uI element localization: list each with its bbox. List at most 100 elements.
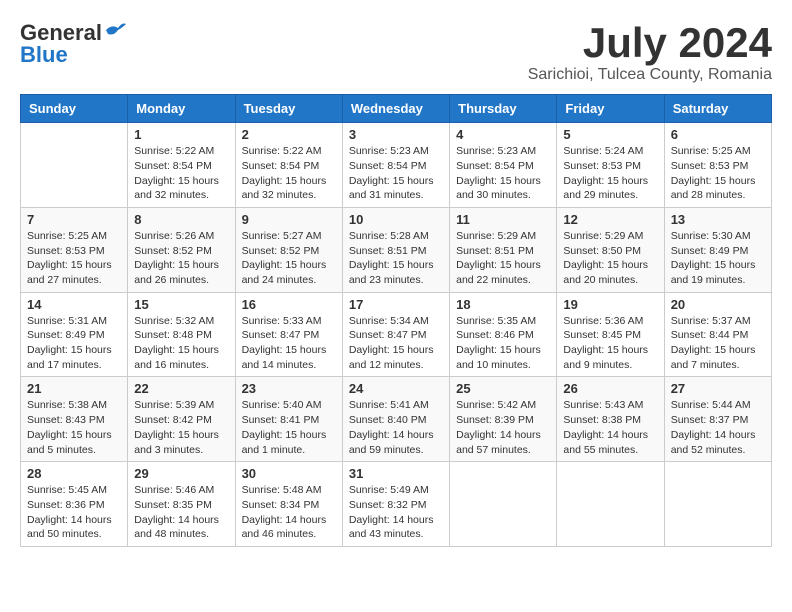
day-info: Sunrise: 5:44 AM Sunset: 8:37 PM Dayligh…: [671, 398, 765, 457]
day-number: 30: [242, 466, 336, 481]
logo-blue: Blue: [20, 42, 68, 68]
day-info: Sunrise: 5:40 AM Sunset: 8:41 PM Dayligh…: [242, 398, 336, 457]
day-info: Sunrise: 5:30 AM Sunset: 8:49 PM Dayligh…: [671, 229, 765, 288]
day-number: 25: [456, 381, 550, 396]
day-number: 13: [671, 212, 765, 227]
day-number: 7: [27, 212, 121, 227]
calendar-cell: 22Sunrise: 5:39 AM Sunset: 8:42 PM Dayli…: [128, 377, 235, 462]
calendar-week-row: 14 Sunrise: 5:31 AM Sunset: 8:49 PM Dayli…: [21, 292, 772, 377]
calendar-cell: 27Sunrise: 5:44 AM Sunset: 8:37 PM Dayli…: [664, 377, 771, 462]
calendar-week-row: 28 Sunrise: 5:45 AM Sunset: 8:36 PM Dayli…: [21, 462, 772, 547]
day-info: Sunrise: 5:34 AM Sunset: 8:47 PM Dayligh…: [349, 314, 443, 373]
calendar-cell: 10Sunrise: 5:28 AM Sunset: 8:51 PM Dayli…: [342, 207, 449, 292]
day-info: Sunrise: 5:42 AM Sunset: 8:39 PM Dayligh…: [456, 398, 550, 457]
day-info: Sunrise: 5:22 AM Sunset: 8:54 PM Dayligh…: [242, 144, 336, 203]
day-info: Sunrise: 5:43 AM Sunset: 8:38 PM Dayligh…: [563, 398, 657, 457]
calendar-cell: 25 Sunrise: 5:42 AM Sunset: 8:39 PM Dayli…: [450, 377, 557, 462]
day-info: Sunrise: 5:41 AM Sunset: 8:40 PM Dayligh…: [349, 398, 443, 457]
day-info: Sunrise: 5:39 AM Sunset: 8:42 PM Dayligh…: [134, 398, 228, 457]
calendar-cell: 23 Sunrise: 5:40 AM Sunset: 8:41 PM Dayli…: [235, 377, 342, 462]
calendar-cell: [450, 462, 557, 547]
month-title: July 2024: [528, 20, 772, 66]
day-info: Sunrise: 5:22 AM Sunset: 8:54 PM Dayligh…: [134, 144, 228, 203]
calendar-day-header: Friday: [557, 95, 664, 123]
calendar-day-header: Tuesday: [235, 95, 342, 123]
day-number: 14: [27, 297, 121, 312]
location-subtitle: Sarichioi, Tulcea County, Romania: [528, 66, 772, 84]
calendar-week-row: 21Sunrise: 5:38 AM Sunset: 8:43 PM Dayli…: [21, 377, 772, 462]
calendar-header-row: SundayMondayTuesdayWednesdayThursdayFrid…: [21, 95, 772, 123]
day-info: Sunrise: 5:23 AM Sunset: 8:54 PM Dayligh…: [456, 144, 550, 203]
day-info: Sunrise: 5:25 AM Sunset: 8:53 PM Dayligh…: [27, 229, 121, 288]
day-info: Sunrise: 5:35 AM Sunset: 8:46 PM Dayligh…: [456, 314, 550, 373]
calendar-cell: 29Sunrise: 5:46 AM Sunset: 8:35 PM Dayli…: [128, 462, 235, 547]
day-info: Sunrise: 5:31 AM Sunset: 8:49 PM Dayligh…: [27, 314, 121, 373]
day-info: Sunrise: 5:24 AM Sunset: 8:53 PM Dayligh…: [563, 144, 657, 203]
calendar-cell: 31 Sunrise: 5:49 AM Sunset: 8:32 PM Dayli…: [342, 462, 449, 547]
day-number: 20: [671, 297, 765, 312]
day-info: Sunrise: 5:45 AM Sunset: 8:36 PM Dayligh…: [27, 483, 121, 542]
day-number: 3: [349, 127, 443, 142]
calendar-cell: 3 Sunrise: 5:23 AM Sunset: 8:54 PM Daylig…: [342, 123, 449, 208]
calendar-cell: 11 Sunrise: 5:29 AM Sunset: 8:51 PM Dayli…: [450, 207, 557, 292]
calendar-cell: 19Sunrise: 5:36 AM Sunset: 8:45 PM Dayli…: [557, 292, 664, 377]
day-number: 23: [242, 381, 336, 396]
calendar-cell: 18 Sunrise: 5:35 AM Sunset: 8:46 PM Dayli…: [450, 292, 557, 377]
day-number: 17: [349, 297, 443, 312]
day-info: Sunrise: 5:28 AM Sunset: 8:51 PM Dayligh…: [349, 229, 443, 288]
calendar-cell: 5 Sunrise: 5:24 AM Sunset: 8:53 PM Daylig…: [557, 123, 664, 208]
day-info: Sunrise: 5:49 AM Sunset: 8:32 PM Dayligh…: [349, 483, 443, 542]
day-info: Sunrise: 5:26 AM Sunset: 8:52 PM Dayligh…: [134, 229, 228, 288]
day-number: 15: [134, 297, 228, 312]
calendar-cell: 2 Sunrise: 5:22 AM Sunset: 8:54 PM Daylig…: [235, 123, 342, 208]
calendar-cell: 16 Sunrise: 5:33 AM Sunset: 8:47 PM Dayli…: [235, 292, 342, 377]
day-number: 18: [456, 297, 550, 312]
day-number: 2: [242, 127, 336, 142]
day-number: 31: [349, 466, 443, 481]
day-info: Sunrise: 5:29 AM Sunset: 8:51 PM Dayligh…: [456, 229, 550, 288]
calendar-table: SundayMondayTuesdayWednesdayThursdayFrid…: [20, 94, 772, 547]
day-number: 16: [242, 297, 336, 312]
calendar-cell: [664, 462, 771, 547]
day-info: Sunrise: 5:46 AM Sunset: 8:35 PM Dayligh…: [134, 483, 228, 542]
day-info: Sunrise: 5:48 AM Sunset: 8:34 PM Dayligh…: [242, 483, 336, 542]
day-number: 12: [563, 212, 657, 227]
calendar-cell: 14 Sunrise: 5:31 AM Sunset: 8:49 PM Dayli…: [21, 292, 128, 377]
logo-bird-icon: [104, 22, 126, 40]
day-info: Sunrise: 5:37 AM Sunset: 8:44 PM Dayligh…: [671, 314, 765, 373]
day-number: 19: [563, 297, 657, 312]
day-info: Sunrise: 5:33 AM Sunset: 8:47 PM Dayligh…: [242, 314, 336, 373]
calendar-cell: 28 Sunrise: 5:45 AM Sunset: 8:36 PM Dayli…: [21, 462, 128, 547]
day-info: Sunrise: 5:38 AM Sunset: 8:43 PM Dayligh…: [27, 398, 121, 457]
calendar-week-row: 7 Sunrise: 5:25 AM Sunset: 8:53 PM Daylig…: [21, 207, 772, 292]
calendar-cell: 26Sunrise: 5:43 AM Sunset: 8:38 PM Dayli…: [557, 377, 664, 462]
calendar-cell: 24 Sunrise: 5:41 AM Sunset: 8:40 PM Dayli…: [342, 377, 449, 462]
day-info: Sunrise: 5:23 AM Sunset: 8:54 PM Dayligh…: [349, 144, 443, 203]
calendar-day-header: Monday: [128, 95, 235, 123]
calendar-cell: 17 Sunrise: 5:34 AM Sunset: 8:47 PM Dayli…: [342, 292, 449, 377]
day-number: 11: [456, 212, 550, 227]
page-header: General Blue July 2024 Sarichioi, Tulcea…: [20, 20, 772, 84]
calendar-cell: 8Sunrise: 5:26 AM Sunset: 8:52 PM Daylig…: [128, 207, 235, 292]
day-number: 5: [563, 127, 657, 142]
calendar-day-header: Saturday: [664, 95, 771, 123]
day-info: Sunrise: 5:25 AM Sunset: 8:53 PM Dayligh…: [671, 144, 765, 203]
day-number: 28: [27, 466, 121, 481]
day-number: 24: [349, 381, 443, 396]
day-number: 4: [456, 127, 550, 142]
title-section: July 2024 Sarichioi, Tulcea County, Roma…: [528, 20, 772, 84]
calendar-cell: 21Sunrise: 5:38 AM Sunset: 8:43 PM Dayli…: [21, 377, 128, 462]
calendar-cell: [557, 462, 664, 547]
calendar-cell: 9 Sunrise: 5:27 AM Sunset: 8:52 PM Daylig…: [235, 207, 342, 292]
calendar-cell: 12Sunrise: 5:29 AM Sunset: 8:50 PM Dayli…: [557, 207, 664, 292]
calendar-cell: 15 Sunrise: 5:32 AM Sunset: 8:48 PM Dayli…: [128, 292, 235, 377]
day-number: 6: [671, 127, 765, 142]
calendar-cell: 20 Sunrise: 5:37 AM Sunset: 8:44 PM Dayli…: [664, 292, 771, 377]
calendar-cell: 7 Sunrise: 5:25 AM Sunset: 8:53 PM Daylig…: [21, 207, 128, 292]
day-number: 9: [242, 212, 336, 227]
day-info: Sunrise: 5:32 AM Sunset: 8:48 PM Dayligh…: [134, 314, 228, 373]
day-info: Sunrise: 5:27 AM Sunset: 8:52 PM Dayligh…: [242, 229, 336, 288]
logo: General Blue: [20, 20, 126, 68]
day-number: 1: [134, 127, 228, 142]
calendar-week-row: 1 Sunrise: 5:22 AM Sunset: 8:54 PM Daylig…: [21, 123, 772, 208]
